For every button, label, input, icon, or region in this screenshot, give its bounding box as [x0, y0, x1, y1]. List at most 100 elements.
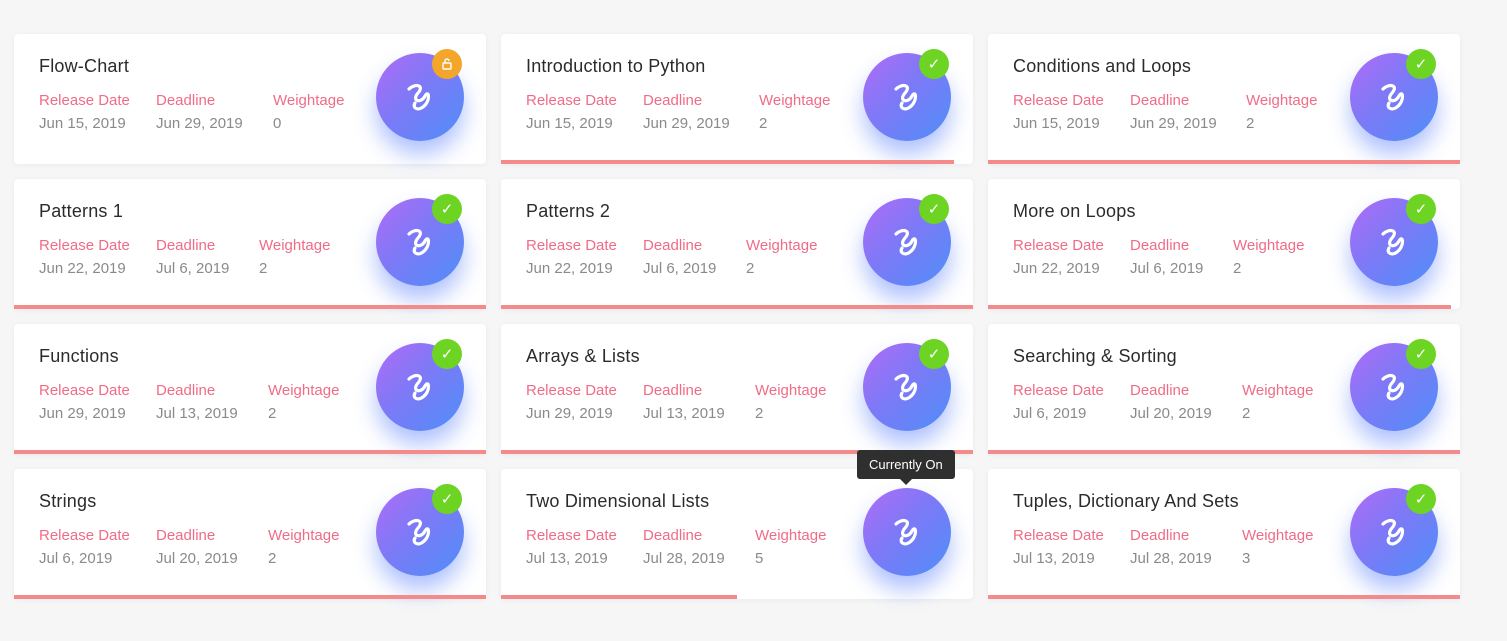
- module-title: More on Loops: [1013, 201, 1136, 221]
- module-card-10[interactable]: Strings Release Date Jul 6, 2019 Deadlin…: [14, 469, 486, 599]
- module-title: Strings: [39, 491, 97, 511]
- release-date-value: Jul 6, 2019: [1013, 405, 1087, 422]
- deadline-label: Deadline: [1130, 237, 1190, 254]
- release-date-label: Release Date: [526, 527, 617, 544]
- module-meta: Release Date Jul 6, 2019 Deadline Jul 20…: [1013, 382, 1313, 422]
- release-column: Release Date Jun 29, 2019: [526, 382, 643, 422]
- release-date-value: Jun 22, 2019: [1013, 260, 1100, 277]
- deadline-column: Deadline Jul 20, 2019: [1130, 382, 1242, 422]
- module-card-11[interactable]: Two Dimensional Lists Release Date Jul 1…: [501, 450, 973, 599]
- weightage-label: Weightage: [1242, 382, 1314, 399]
- release-date-value: Jun 15, 2019: [1013, 115, 1100, 132]
- deadline-value: Jul 6, 2019: [643, 260, 717, 277]
- squiggle-icon: [1381, 83, 1405, 111]
- deadline-label: Deadline: [156, 527, 216, 544]
- deadline-column: Deadline Jun 29, 2019: [1130, 92, 1246, 132]
- module-title: Searching & Sorting: [1013, 346, 1177, 366]
- deadline-label: Deadline: [156, 92, 216, 109]
- squiggle-icon: [894, 518, 918, 546]
- release-date-label: Release Date: [1013, 382, 1104, 399]
- release-column: Release Date Jun 29, 2019: [39, 382, 156, 422]
- release-date-label: Release Date: [526, 92, 617, 109]
- module-title: Arrays & Lists: [526, 346, 640, 366]
- deadline-column: Deadline Jun 29, 2019: [643, 92, 759, 132]
- squiggle-icon: [407, 228, 431, 256]
- module-card-2[interactable]: Introduction to Python Release Date Jun …: [501, 34, 973, 164]
- module-title: Functions: [39, 346, 119, 366]
- release-column: Release Date Jul 13, 2019: [526, 527, 643, 567]
- deadline-value: Jul 13, 2019: [156, 405, 238, 422]
- module-card-9[interactable]: Searching & Sorting Release Date Jul 6, …: [988, 324, 1460, 454]
- weightage-column: Weightage 2: [1242, 382, 1313, 422]
- progress-bar: [501, 305, 973, 309]
- deadline-label: Deadline: [156, 237, 216, 254]
- weightage-column: Weightage 2: [746, 237, 817, 277]
- weightage-value: 2: [1233, 260, 1242, 277]
- module-card-5[interactable]: Patterns 2 Release Date Jun 22, 2019 Dea…: [501, 179, 973, 309]
- release-date-value: Jun 15, 2019: [526, 115, 613, 132]
- weightage-label: Weightage: [268, 527, 340, 544]
- deadline-label: Deadline: [156, 382, 216, 399]
- weightage-column: Weightage 2: [268, 527, 339, 567]
- progress-bar: [501, 160, 955, 164]
- module-card-6[interactable]: More on Loops Release Date Jun 22, 2019 …: [988, 179, 1460, 309]
- release-date-value: Jun 22, 2019: [39, 260, 126, 277]
- weightage-label: Weightage: [746, 237, 818, 254]
- weightage-value: 2: [759, 115, 768, 132]
- module-meta: Release Date Jul 13, 2019 Deadline Jul 2…: [1013, 527, 1313, 567]
- weightage-value: 2: [268, 550, 277, 567]
- deadline-column: Deadline Jul 6, 2019: [1130, 237, 1233, 277]
- module-card-1[interactable]: Flow-Chart Release Date Jun 15, 2019 Dea…: [14, 34, 486, 164]
- check-icon: ✓: [432, 194, 462, 224]
- module-meta: Release Date Jun 15, 2019 Deadline Jun 2…: [39, 92, 344, 132]
- weightage-label: Weightage: [1242, 527, 1314, 544]
- module-card-3[interactable]: Conditions and Loops Release Date Jun 15…: [988, 34, 1460, 164]
- release-date-value: Jul 13, 2019: [1013, 550, 1095, 567]
- deadline-label: Deadline: [1130, 382, 1190, 399]
- release-date-label: Release Date: [39, 382, 130, 399]
- deadline-column: Deadline Jun 29, 2019: [156, 92, 273, 132]
- module-card-7[interactable]: Functions Release Date Jun 29, 2019 Dead…: [14, 324, 486, 454]
- deadline-value: Jun 29, 2019: [1130, 115, 1217, 132]
- module-card-12[interactable]: Tuples, Dictionary And Sets Release Date…: [988, 469, 1460, 599]
- deadline-label: Deadline: [1130, 527, 1190, 544]
- release-date-label: Release Date: [39, 92, 130, 109]
- weightage-value: 2: [746, 260, 755, 277]
- squiggle-icon: [407, 83, 431, 111]
- module-meta: Release Date Jun 29, 2019 Deadline Jul 1…: [39, 382, 339, 422]
- module-card-4[interactable]: Patterns 1 Release Date Jun 22, 2019 Dea…: [14, 179, 486, 309]
- release-date-value: Jun 29, 2019: [526, 405, 613, 422]
- module-title: Patterns 1: [39, 201, 124, 221]
- module-card-8[interactable]: Arrays & Lists Release Date Jun 29, 2019…: [501, 324, 973, 454]
- progress-bar: [14, 305, 486, 309]
- release-column: Release Date Jul 6, 2019: [1013, 382, 1130, 422]
- check-icon: ✓: [919, 339, 949, 369]
- check-icon: ✓: [432, 339, 462, 369]
- squiggle-icon: [894, 373, 918, 401]
- module-meta: Release Date Jun 15, 2019 Deadline Jun 2…: [1013, 92, 1317, 132]
- module-avatar[interactable]: [863, 488, 951, 576]
- release-column: Release Date Jun 15, 2019: [526, 92, 643, 132]
- release-column: Release Date Jun 22, 2019: [39, 237, 156, 277]
- deadline-column: Deadline Jul 20, 2019: [156, 527, 268, 567]
- weightage-value: 2: [268, 405, 277, 422]
- weightage-label: Weightage: [268, 382, 340, 399]
- deadline-label: Deadline: [1130, 92, 1190, 109]
- progress-bar: [988, 450, 1460, 454]
- deadline-value: Jul 13, 2019: [643, 405, 725, 422]
- release-date-label: Release Date: [526, 237, 617, 254]
- weightage-column: Weightage 3: [1242, 527, 1313, 567]
- module-grid: Flow-Chart Release Date Jun 15, 2019 Dea…: [14, 34, 1460, 599]
- check-icon: ✓: [919, 49, 949, 79]
- release-date-value: Jul 13, 2019: [526, 550, 608, 567]
- deadline-value: Jul 28, 2019: [643, 550, 725, 567]
- release-date-value: Jun 22, 2019: [526, 260, 613, 277]
- module-title: Two Dimensional Lists: [526, 491, 710, 511]
- deadline-column: Deadline Jul 6, 2019: [156, 237, 259, 277]
- deadline-value: Jul 6, 2019: [1130, 260, 1204, 277]
- weightage-value: 2: [259, 260, 268, 277]
- deadline-value: Jul 20, 2019: [156, 550, 238, 567]
- weightage-column: Weightage 2: [755, 382, 826, 422]
- squiggle-icon: [407, 373, 431, 401]
- check-icon: ✓: [1406, 484, 1436, 514]
